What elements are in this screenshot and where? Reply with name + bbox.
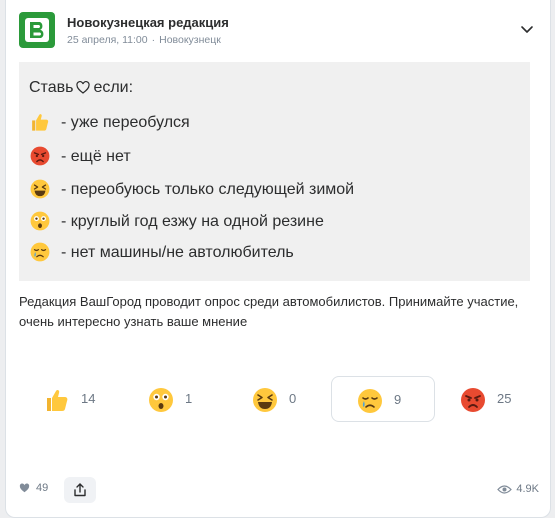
chevron-down-icon[interactable] [518, 20, 536, 38]
reaction-count: 14 [81, 391, 96, 406]
angry-face-icon [30, 146, 50, 166]
heart-outline-icon [76, 80, 91, 99]
eye-icon [497, 485, 513, 494]
poll-title-after: если: [93, 79, 134, 96]
astonished-face-icon [30, 211, 50, 231]
crying-face-icon [30, 242, 50, 262]
author-name[interactable]: Новокузнецкая редакция [67, 15, 229, 30]
post-footer: 49 4.9K [19, 477, 539, 503]
reactions-bar: 14 1 0 9 25 [19, 376, 539, 424]
community-logo[interactable] [19, 12, 55, 48]
logo-letter-icon [25, 18, 49, 42]
share-button[interactable] [64, 477, 96, 503]
reaction-astonished[interactable]: 1 [123, 376, 227, 422]
crying-face-icon [358, 389, 382, 413]
poll-title-before: Ставь [29, 79, 74, 96]
reaction-count: 9 [394, 392, 402, 407]
share-icon [74, 483, 86, 497]
heart-icon [19, 483, 30, 496]
thumbs-up-icon [32, 114, 49, 131]
post-date[interactable]: 25 апреля, 11:00 [67, 34, 148, 46]
like-button[interactable]: 49 [19, 482, 48, 496]
poll-option-text: - нет машины/не автолюбитель [61, 244, 294, 261]
reaction-angry[interactable]: 25 [435, 376, 539, 422]
poll-option-text: - уже переобулся [61, 114, 190, 131]
angry-face-icon [461, 388, 485, 412]
post-header: Новокузнецкая редакция 25 апреля, 11:00 ·… [19, 12, 536, 52]
likes-count: 49 [36, 482, 49, 494]
post-location: Новокузнецк [159, 34, 221, 46]
reaction-thumbs-up[interactable]: 14 [19, 376, 123, 422]
poll-image: Ставь если: - уже переобулся - ещё нет -… [19, 62, 530, 281]
poll-option-text: - круглый год езжу на одной резине [61, 213, 324, 230]
post-meta: 25 апреля, 11:00 · Новокузнецк [67, 34, 221, 46]
laughing-face-icon [30, 179, 50, 199]
poll-option-text: - переобуюсь только следующей зимой [61, 181, 355, 198]
views-count: 4.9K [497, 483, 539, 495]
thumbs-up-icon [47, 389, 68, 411]
reaction-count: 25 [497, 391, 512, 406]
reaction-crying[interactable]: 9 [331, 376, 435, 422]
reaction-count: 1 [185, 391, 193, 406]
laughing-face-icon [253, 388, 277, 412]
views-value: 4.9K [516, 483, 539, 495]
post-card: Новокузнецкая редакция 25 апреля, 11:00 ·… [5, 0, 551, 518]
poll-option-text: - ещё нет [61, 148, 131, 165]
poll-title: Ставь если: [29, 79, 133, 99]
reaction-count: 0 [289, 391, 297, 406]
astonished-face-icon [149, 388, 173, 412]
reaction-laughing[interactable]: 0 [227, 376, 331, 422]
post-text: Редакция ВашГород проводит опрос среди а… [19, 294, 519, 329]
meta-separator: · [151, 34, 156, 46]
